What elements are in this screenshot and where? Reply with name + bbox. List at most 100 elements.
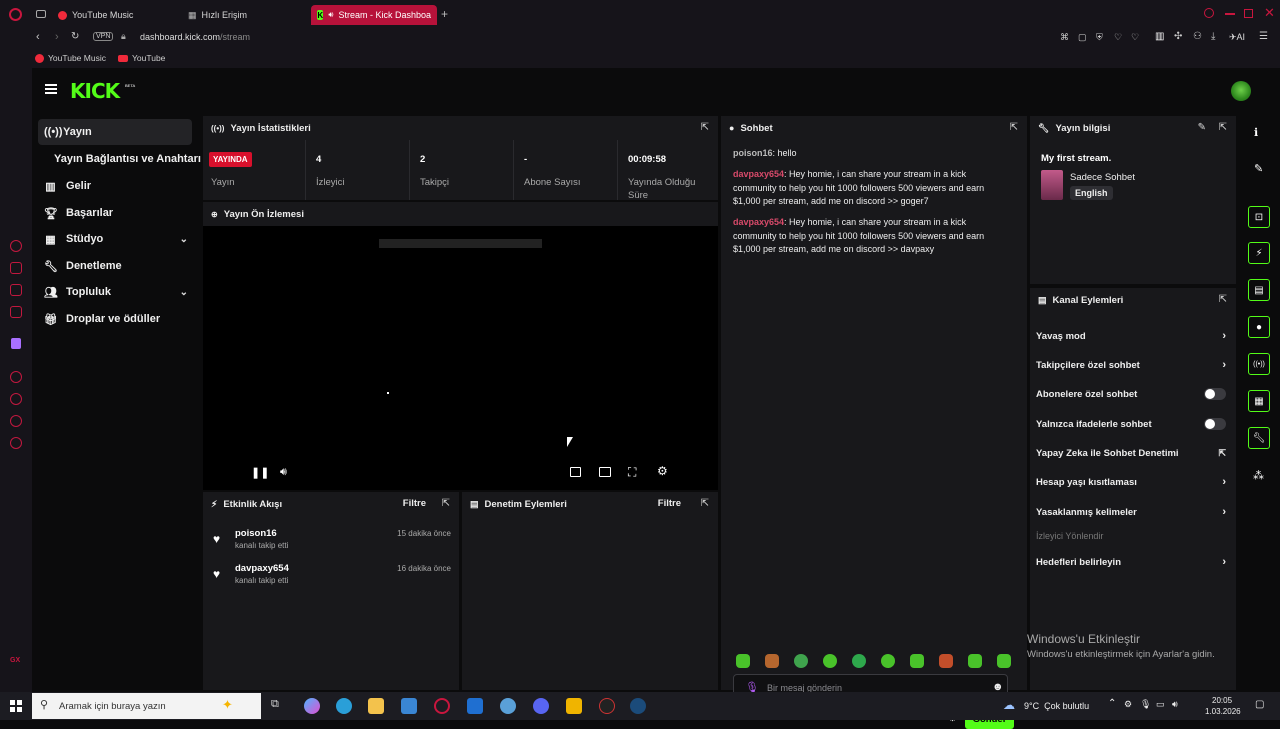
download-icon[interactable]: ⤓ — [1211, 31, 1215, 42]
fullscreen-icon[interactable]: ⛶ — [628, 465, 636, 480]
snapshot-icon[interactable]: ⌘ — [1060, 32, 1069, 43]
app-icon[interactable] — [566, 698, 582, 714]
emote-icon[interactable] — [794, 654, 808, 668]
emote-icon[interactable] — [939, 654, 953, 668]
sidebar-item-drops[interactable]: 🎁︎ Droplar ve ödüller — [38, 306, 192, 332]
theater-icon[interactable] — [599, 467, 611, 477]
shield-icon[interactable]: ⛨ — [1096, 32, 1103, 43]
emote-icon[interactable] — [881, 654, 895, 668]
tray-app-icon[interactable]: ⚙ — [1124, 699, 1132, 710]
minimize-icon[interactable] — [1225, 13, 1235, 15]
settings-icon[interactable]: ⚙ — [657, 464, 668, 478]
bolt-icon[interactable]: ⚡︎ — [1248, 242, 1270, 264]
copilot-icon[interactable] — [304, 698, 320, 714]
chat-bubble-icon[interactable]: ● — [1248, 316, 1270, 338]
miniplayer-icon[interactable] — [570, 467, 581, 477]
twitch-icon[interactable] — [11, 338, 21, 349]
sidebar-app-icon[interactable] — [10, 371, 22, 383]
network-icon[interactable]: ▭ — [1156, 699, 1165, 710]
menu-icon[interactable]: ☰ — [1259, 31, 1268, 42]
tab-speed-dial[interactable]: ▦ Hızlı Erişim — [188, 6, 306, 24]
chat-username[interactable]: davpaxy654 — [733, 217, 784, 227]
back-icon[interactable]: ‹ — [36, 31, 40, 43]
emote-icon[interactable] — [968, 654, 982, 668]
steam-icon[interactable] — [630, 698, 646, 714]
aria-ai-button[interactable]: ✈AI — [1229, 32, 1245, 43]
tab-overview-icon[interactable] — [36, 10, 46, 18]
wrench-icon[interactable]: 🔧︎ — [1248, 427, 1270, 449]
sidebar-app-icon[interactable] — [10, 284, 22, 296]
outlook-icon[interactable] — [467, 698, 483, 714]
edit-icon[interactable]: ✎ — [1254, 162, 1263, 175]
tab-kick-dashboard[interactable]: K 🔊︎ Stream - Kick Dashboa — [311, 5, 437, 25]
new-tab-button[interactable]: + — [441, 7, 448, 21]
vpn-badge[interactable]: VPN — [93, 32, 114, 41]
store-icon[interactable] — [401, 698, 417, 714]
action-followers-only[interactable]: Takipçilere özel sohbet › — [1036, 354, 1226, 376]
filter-button[interactable]: Filtre — [403, 498, 426, 509]
speaker-icon[interactable]: 🔊︎ — [328, 10, 333, 20]
category-name[interactable]: Sadece Sohbet — [1070, 172, 1135, 183]
library-icon[interactable]: ▥ — [1155, 31, 1164, 42]
sidebar-item-stream-key[interactable]: Yayın Bağlantısı ve Anahtarı — [42, 146, 202, 172]
maximize-icon[interactable] — [1244, 9, 1253, 18]
bookmark-heart-icon[interactable]: ♡ — [1131, 32, 1139, 43]
action-set-goals[interactable]: Hedefleri belirleyin › — [1036, 551, 1226, 573]
microphone-icon[interactable]: 🎙︎ — [1140, 699, 1151, 710]
close-icon[interactable]: ✕ — [1264, 5, 1275, 21]
search-icon[interactable] — [1204, 8, 1214, 18]
edit-icon[interactable]: ✎ — [1198, 122, 1206, 133]
pause-icon[interactable]: ❚❚ — [251, 466, 269, 479]
clip-icon[interactable]: ⊡ — [1248, 206, 1270, 228]
document-icon[interactable]: ▤ — [1248, 279, 1270, 301]
speaker-icon[interactable]: 🔊︎ — [1172, 699, 1178, 710]
emote-icon[interactable] — [736, 654, 750, 668]
url-field[interactable]: dashboard.kick.com/stream — [140, 32, 250, 42]
bookmark-youtube-music[interactable]: YouTube Music — [35, 53, 106, 63]
popout-icon[interactable]: ⇱ — [1219, 294, 1227, 305]
forward-icon[interactable]: › — [55, 31, 59, 43]
popout-icon[interactable]: ⇱ — [701, 498, 709, 509]
settings-icon[interactable] — [10, 437, 22, 449]
action-slow-mode[interactable]: Yavaş mod › — [1036, 325, 1226, 347]
taskbar-search[interactable]: ⚲ Aramak için buraya yazın ✦ — [32, 693, 261, 719]
app-icon[interactable] — [500, 698, 516, 714]
action-account-age[interactable]: Hesap yaşı kısıtlaması › — [1036, 471, 1226, 493]
sidebar-item-moderation[interactable]: 🔧︎ Denetleme — [38, 253, 192, 279]
popout-icon[interactable]: ⇱ — [442, 498, 450, 509]
bookmark-youtube[interactable]: YouTube — [118, 53, 165, 63]
action-ai-moderation[interactable]: Yapay Zeka ile Sohbet Denetimi ⇱ — [1036, 442, 1226, 464]
emote-icon[interactable] — [823, 654, 837, 668]
discord-icon[interactable] — [533, 698, 549, 714]
emote-icon[interactable] — [910, 654, 924, 668]
connections-icon[interactable]: ⁂ — [1253, 469, 1264, 482]
sidebar-app-icon[interactable] — [10, 262, 22, 274]
sidebar-app-icon[interactable] — [10, 306, 22, 318]
opera-logo-icon[interactable] — [9, 8, 22, 21]
info-icon[interactable]: ℹ — [1254, 126, 1258, 139]
subscribers-only-toggle[interactable] — [1204, 388, 1226, 400]
clock-date[interactable]: 1.03.2026 — [1205, 707, 1241, 716]
heart-icon[interactable]: ♡ — [1114, 32, 1122, 43]
sidebar-item-achievements[interactable]: 🏆︎ Başarılar — [38, 200, 192, 226]
filter-button[interactable]: Filtre — [658, 498, 681, 509]
kick-logo[interactable]: KICK BETA — [70, 79, 135, 103]
emote-icon[interactable] — [997, 654, 1011, 668]
chevron-up-icon[interactable]: ⌃ — [1108, 698, 1116, 709]
hamburger-menu-icon[interactable] — [45, 84, 57, 94]
layout-icon[interactable]: ▦ — [1248, 390, 1270, 412]
action-banned-words[interactable]: Yasaklanmış kelimeler › — [1036, 501, 1226, 523]
windows-start-icon[interactable] — [10, 700, 22, 712]
category-thumbnail[interactable] — [1041, 170, 1063, 200]
opera-gx-icon[interactable] — [434, 698, 450, 714]
gx-icon[interactable]: GX — [10, 657, 20, 664]
chat-username[interactable]: poison16 — [733, 148, 773, 158]
clock-time[interactable]: 20:05 — [1212, 696, 1232, 705]
tab-youtube-music[interactable]: YouTube Music — [58, 6, 176, 24]
sidebar-item-community[interactable]: 👥︎ Topluluk ⌄ — [38, 279, 192, 305]
popout-icon[interactable]: ⇱ — [701, 122, 709, 133]
chat-username[interactable]: davpaxy654 — [733, 169, 784, 179]
emotes-only-toggle[interactable] — [1204, 418, 1226, 430]
volume-icon[interactable]: 🔊︎ — [280, 466, 287, 479]
broadcast-icon[interactable]: ((•)) — [1248, 353, 1270, 375]
